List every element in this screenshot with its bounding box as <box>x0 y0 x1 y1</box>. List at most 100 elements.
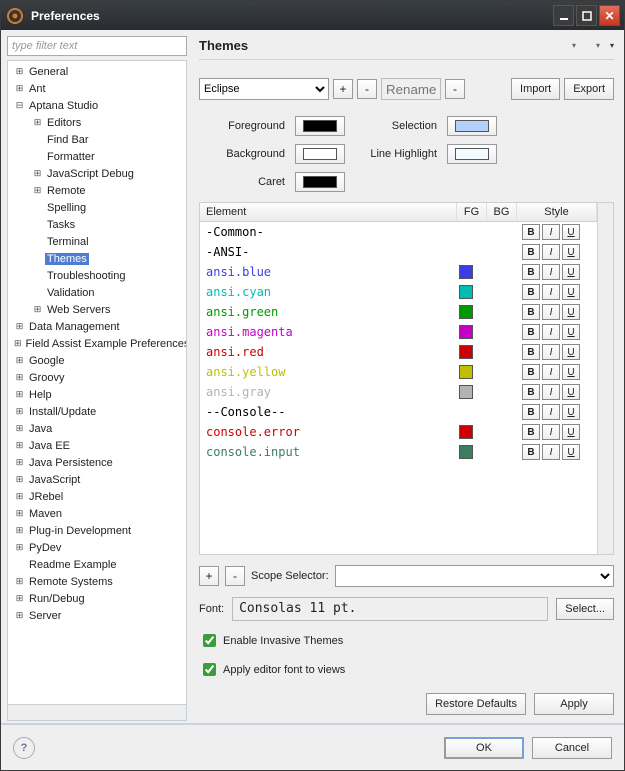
underline-toggle[interactable]: U <box>562 344 580 360</box>
collapse-icon[interactable]: ⊟ <box>14 100 25 111</box>
fg-swatch[interactable] <box>459 425 473 439</box>
expand-icon[interactable]: ⊞ <box>14 542 25 553</box>
expand-icon[interactable]: ⊞ <box>14 372 25 383</box>
underline-toggle[interactable]: U <box>562 244 580 260</box>
tree-item[interactable]: ⊞Install/Update <box>8 403 186 420</box>
italic-toggle[interactable]: I <box>542 244 560 260</box>
bold-toggle[interactable]: B <box>522 364 540 380</box>
tree-h-scrollbar[interactable] <box>7 705 187 721</box>
table-row[interactable]: -ANSI-BIU <box>200 242 597 262</box>
underline-toggle[interactable]: U <box>562 284 580 300</box>
bold-toggle[interactable]: B <box>522 304 540 320</box>
col-style[interactable]: Style <box>517 203 597 221</box>
expand-icon[interactable]: ⊞ <box>32 168 43 179</box>
fg-cell[interactable] <box>451 325 481 339</box>
remove-theme-button[interactable]: - <box>357 79 377 99</box>
line-highlight-swatch[interactable] <box>447 144 497 164</box>
table-row[interactable]: ansi.grayBIU <box>200 382 597 402</box>
back-menu[interactable]: ▾ <box>572 41 576 50</box>
apply-button[interactable]: Apply <box>534 693 614 715</box>
italic-toggle[interactable]: I <box>542 344 560 360</box>
italic-toggle[interactable]: I <box>542 364 560 380</box>
italic-toggle[interactable]: I <box>542 384 560 400</box>
tree-item[interactable]: Spelling <box>8 199 186 216</box>
expand-icon[interactable]: ⊞ <box>14 389 25 400</box>
italic-toggle[interactable]: I <box>542 304 560 320</box>
expand-icon[interactable]: ⊞ <box>14 66 25 77</box>
underline-toggle[interactable]: U <box>562 324 580 340</box>
fg-cell[interactable] <box>451 385 481 399</box>
bold-toggle[interactable]: B <box>522 244 540 260</box>
fg-cell[interactable] <box>451 285 481 299</box>
ok-button[interactable]: OK <box>444 737 524 759</box>
export-button[interactable]: Export <box>564 78 614 100</box>
tree-item[interactable]: ⊞JavaScript Debug <box>8 165 186 182</box>
fg-cell[interactable] <box>451 345 481 359</box>
expand-icon[interactable]: ⊞ <box>14 321 25 332</box>
close-button[interactable]: ✕ <box>599 5 620 26</box>
bold-toggle[interactable]: B <box>522 404 540 420</box>
caret-swatch[interactable] <box>295 172 345 192</box>
tree-item[interactable]: ⊞Google <box>8 352 186 369</box>
expand-icon[interactable]: ⊞ <box>14 525 25 536</box>
fg-swatch[interactable] <box>459 345 473 359</box>
tree-item[interactable]: Readme Example <box>8 556 186 573</box>
maximize-button[interactable] <box>576 5 597 26</box>
fg-swatch[interactable] <box>459 305 473 319</box>
bold-toggle[interactable]: B <box>522 444 540 460</box>
tree-item[interactable]: Tasks <box>8 216 186 233</box>
table-body[interactable]: -Common-BIU-ANSI-BIUansi.blueBIUansi.cya… <box>200 222 597 551</box>
reset-button[interactable]: - <box>445 79 465 99</box>
minimize-button[interactable] <box>553 5 574 26</box>
tree-item[interactable]: ⊞Web Servers <box>8 301 186 318</box>
col-fg[interactable]: FG <box>457 203 487 221</box>
filter-input[interactable] <box>7 36 187 56</box>
table-row[interactable]: ansi.magentaBIU <box>200 322 597 342</box>
col-bg[interactable]: BG <box>487 203 517 221</box>
tree-item[interactable]: ⊞Java EE <box>8 437 186 454</box>
tree-item[interactable]: ⊞Help <box>8 386 186 403</box>
underline-toggle[interactable]: U <box>562 364 580 380</box>
table-row[interactable]: ansi.blueBIU <box>200 262 597 282</box>
add-theme-button[interactable]: + <box>333 79 353 99</box>
bold-toggle[interactable]: B <box>522 424 540 440</box>
tree-item[interactable]: ⊞PyDev <box>8 539 186 556</box>
cancel-button[interactable]: Cancel <box>532 737 612 759</box>
expand-icon[interactable]: ⊞ <box>14 508 25 519</box>
expand-icon[interactable]: ⊞ <box>14 457 25 468</box>
tree-item[interactable]: Themes <box>8 250 186 267</box>
underline-toggle[interactable]: U <box>562 424 580 440</box>
expand-icon[interactable]: ⊞ <box>14 406 25 417</box>
expand-icon[interactable]: ⊞ <box>14 474 25 485</box>
underline-toggle[interactable]: U <box>562 304 580 320</box>
bold-toggle[interactable]: B <box>522 344 540 360</box>
expand-icon[interactable]: ⊞ <box>14 491 25 502</box>
tree-item[interactable]: ⊞JRebel <box>8 488 186 505</box>
underline-toggle[interactable]: U <box>562 264 580 280</box>
expand-icon[interactable]: ⊞ <box>14 576 25 587</box>
table-row[interactable]: console.errorBIU <box>200 422 597 442</box>
tree-item[interactable]: ⊞Editors <box>8 114 186 131</box>
bold-toggle[interactable]: B <box>522 284 540 300</box>
fg-cell[interactable] <box>451 305 481 319</box>
tree-item[interactable]: ⊞Server <box>8 607 186 624</box>
expand-icon[interactable]: ⊞ <box>32 304 43 315</box>
italic-toggle[interactable]: I <box>542 284 560 300</box>
tree-item[interactable]: Terminal <box>8 233 186 250</box>
table-v-scrollbar[interactable] <box>597 203 613 554</box>
underline-toggle[interactable]: U <box>562 444 580 460</box>
expand-icon[interactable]: ⊞ <box>32 117 43 128</box>
italic-toggle[interactable]: I <box>542 264 560 280</box>
tree-item[interactable]: ⊞Ant <box>8 80 186 97</box>
italic-toggle[interactable]: I <box>542 324 560 340</box>
table-row[interactable]: ansi.redBIU <box>200 342 597 362</box>
tree-item[interactable]: ⊞Run/Debug <box>8 590 186 607</box>
tree-item[interactable]: Formatter <box>8 148 186 165</box>
enable-invasive-checkbox[interactable] <box>203 634 216 647</box>
fg-swatch[interactable] <box>459 285 473 299</box>
fg-swatch[interactable] <box>459 365 473 379</box>
theme-select[interactable]: Eclipse <box>199 78 329 100</box>
tree-item[interactable]: ⊞Remote Systems <box>8 573 186 590</box>
tree-item[interactable]: ⊞Data Management <box>8 318 186 335</box>
category-tree[interactable]: ⊞General⊞Ant⊟Aptana Studio⊞EditorsFind B… <box>8 61 186 704</box>
